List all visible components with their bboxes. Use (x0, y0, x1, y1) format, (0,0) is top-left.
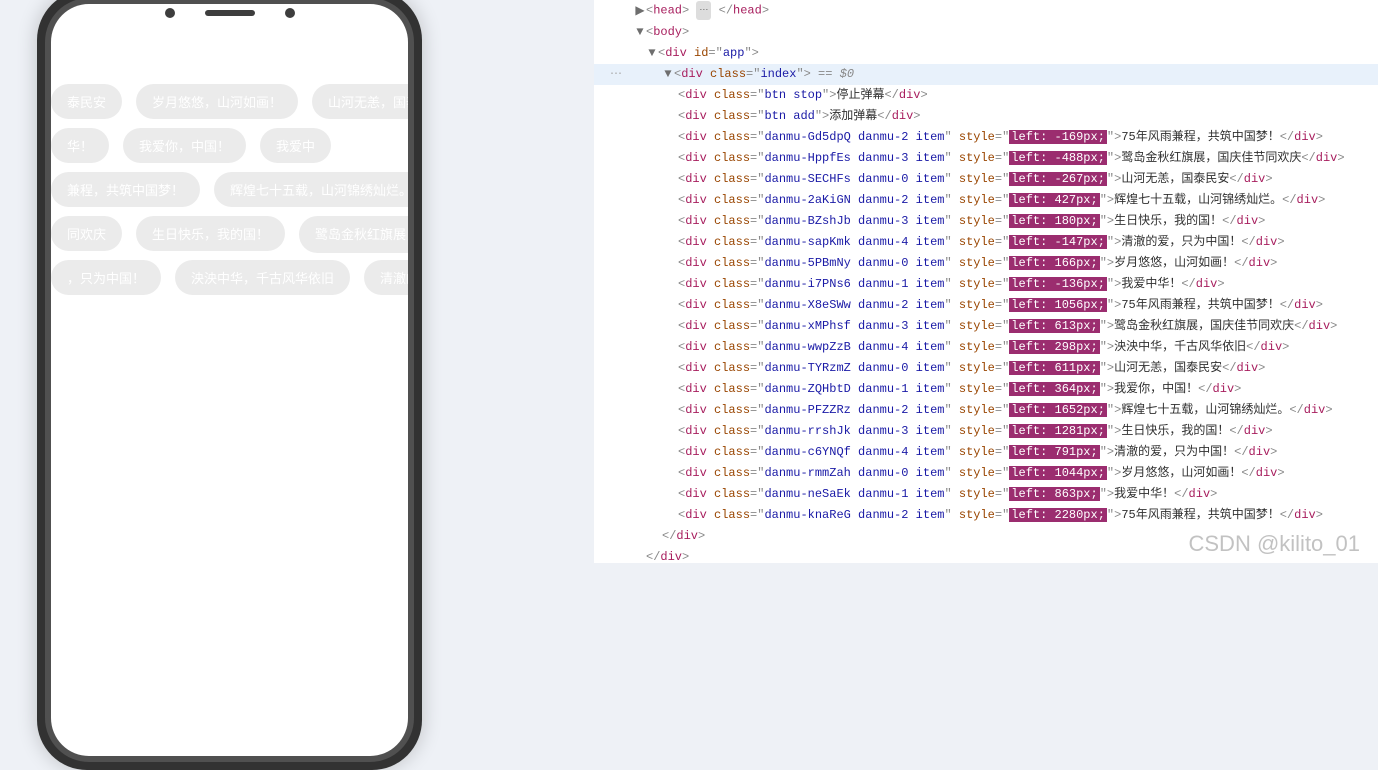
danmu-pill: 辉煌七十五载，山河锦绣灿烂。 (214, 172, 408, 207)
sensor-icon (285, 8, 295, 18)
danmu-pill: 清澈的爱 (364, 260, 408, 295)
dom-node-danmu-item[interactable]: <div class="danmu-Gd5dpQ danmu-2 item" s… (594, 127, 1378, 148)
danmu-pill: 我爱你，中国！ (123, 128, 246, 163)
dom-node-danmu-item[interactable]: <div class="danmu-5PBmNy danmu-0 item" s… (594, 253, 1378, 274)
dom-node-danmu-item[interactable]: <div class="danmu-X8eSWw danmu-2 item" s… (594, 295, 1378, 316)
dom-node-danmu-item[interactable]: <div class="danmu-wwpZzB danmu-4 item" s… (594, 337, 1378, 358)
dom-node-danmu-item[interactable]: <div class="danmu-2aKiGN danmu-2 item" s… (594, 190, 1378, 211)
gutter-dots-icon[interactable]: ⋯ (610, 66, 622, 81)
dom-node-danmu-item[interactable]: <div class="danmu-rrshJk danmu-3 item" s… (594, 421, 1378, 442)
danmu-row: 同欢庆生日快乐，我的国！ 鹭岛金秋红旗展， (51, 216, 408, 260)
dom-node-danmu-item[interactable]: <div class="danmu-i7PNs6 danmu-1 item" s… (594, 274, 1378, 295)
dom-node-danmu-item[interactable]: <div class="danmu-SECHFs danmu-0 item" s… (594, 169, 1378, 190)
collapsed-icon[interactable]: ⋯ (696, 1, 711, 20)
dom-node-danmu-item[interactable]: <div class="danmu-BZshJb danmu-3 item" s… (594, 211, 1378, 232)
phone-screen: 泰民安岁月悠悠，山河如画！ 山河无恙，国泰民安华！ 我爱你，中国！ 我爱中兼程，共筑中… (51, 4, 408, 756)
phone-frame: 泰民安岁月悠悠，山河如画！ 山河无恙，国泰民安华！ 我爱你，中国！ 我爱中兼程，共筑中… (37, 0, 422, 770)
dom-node-danmu-item[interactable]: <div class="danmu-TYRzmZ danmu-0 item" s… (594, 358, 1378, 379)
dom-node-danmu-item[interactable]: <div class="danmu-sapKmk danmu-4 item" s… (594, 232, 1378, 253)
phone-inner: 泰民安岁月悠悠，山河如画！ 山河无恙，国泰民安华！ 我爱你，中国！ 我爱中兼程，共筑中… (45, 0, 414, 762)
devtools-elements-panel[interactable]: ▶<head> ⋯ </head> ▼<body> ▼<div id="app"… (594, 0, 1378, 563)
dom-node-index[interactable]: ▼<div class="index"> == $0 (594, 64, 1378, 85)
danmu-row: ，只为中国！ 泱泱中华，千古风华依旧清澈的爱 (51, 260, 408, 304)
danmu-pill: 兼程，共筑中国梦！ (51, 172, 200, 207)
dom-node-danmu-item[interactable]: <div class="danmu-neSaEk danmu-1 item" s… (594, 484, 1378, 505)
dom-node-head[interactable]: ▶<head> ⋯ </head> (594, 0, 1378, 22)
danmu-pill: 同欢庆 (51, 216, 122, 251)
dom-node-danmu-item[interactable]: <div class="danmu-c6YNQf danmu-4 item" s… (594, 442, 1378, 463)
danmu-pill: 生日快乐，我的国！ (136, 216, 285, 251)
watermark: CSDN @kilito_01 (1189, 531, 1361, 557)
dom-node-danmu-item[interactable]: <div class="danmu-HppfEs danmu-3 item" s… (594, 148, 1378, 169)
danmu-pill: 我爱中 (260, 128, 331, 163)
dom-node-danmu-item[interactable]: <div class="danmu-PFZZRz danmu-2 item" s… (594, 400, 1378, 421)
dom-node-danmu-item[interactable]: <div class="danmu-knaReG danmu-2 item" s… (594, 505, 1378, 526)
danmu-pill: 华！ (51, 128, 109, 163)
danmu-pill: 山河无恙，国泰民安 (312, 84, 408, 119)
dom-node-danmu-item[interactable]: <div class="danmu-rmmZah danmu-0 item" s… (594, 463, 1378, 484)
danmu-row: 华！ 我爱你，中国！ 我爱中 (51, 128, 408, 172)
dom-node-danmu-item[interactable]: <div class="danmu-ZQHbtD danmu-1 item" s… (594, 379, 1378, 400)
phone-notch (165, 8, 295, 18)
danmu-pill: 泰民安 (51, 84, 122, 119)
dom-node-app[interactable]: ▼<div id="app"> (594, 43, 1378, 64)
danmu-row: 泰民安岁月悠悠，山河如画！ 山河无恙，国泰民安 (51, 84, 408, 128)
camera-icon (165, 8, 175, 18)
danmu-pill: ，只为中国！ (51, 260, 161, 295)
dom-node-btn-add[interactable]: <div class="btn add">添加弹幕</div> (594, 106, 1378, 127)
dom-node-danmu-item[interactable]: <div class="danmu-xMPhsf danmu-3 item" s… (594, 316, 1378, 337)
danmu-container: 泰民安岁月悠悠，山河如画！ 山河无恙，国泰民安华！ 我爱你，中国！ 我爱中兼程，共筑中… (51, 84, 408, 756)
dom-node-btn-stop[interactable]: <div class="btn stop">停止弹幕</div> (594, 85, 1378, 106)
danmu-pill: 泱泱中华，千古风华依旧 (175, 260, 350, 295)
danmu-pill: 鹭岛金秋红旗展， (299, 216, 408, 253)
danmu-row: 兼程，共筑中国梦！ 辉煌七十五载，山河锦绣灿烂。 (51, 172, 408, 216)
dom-node-body[interactable]: ▼<body> (594, 22, 1378, 43)
danmu-pill: 岁月悠悠，山河如画！ (136, 84, 298, 119)
speaker-icon (205, 10, 255, 16)
